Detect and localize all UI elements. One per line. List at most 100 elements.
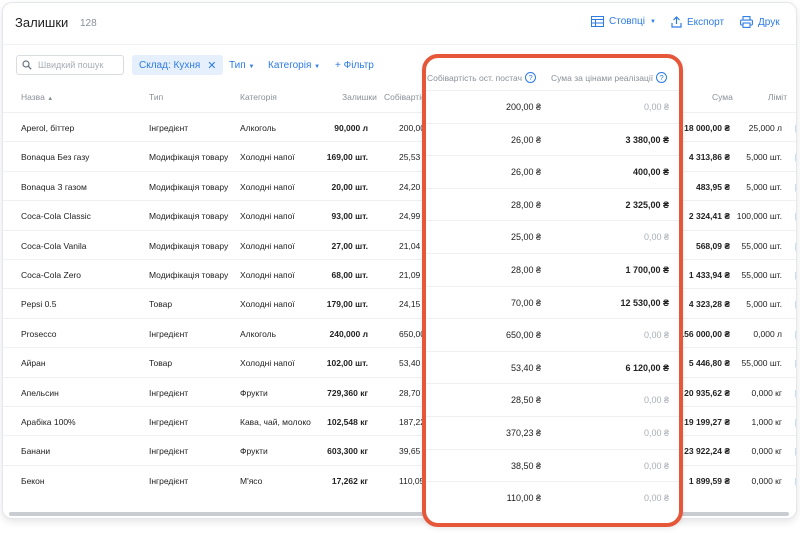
row-action-link[interactable]: | bbox=[795, 241, 796, 251]
column-header-sum[interactable]: Сума bbox=[712, 92, 733, 102]
cell-cost: 24,20 bbox=[399, 181, 421, 192]
row-action-link[interactable]: | bbox=[795, 299, 796, 309]
row-action-link[interactable]: | bbox=[795, 123, 796, 133]
cell-sum: 23 922,24 ₴ bbox=[684, 446, 730, 457]
cell-sum: 20 935,62 ₴ bbox=[684, 387, 730, 398]
row-action-link[interactable]: | bbox=[795, 211, 796, 221]
cell-type: Товар bbox=[149, 358, 173, 369]
highlight-row: 26,00 ₴ 400,00 ₴ bbox=[426, 155, 679, 188]
cell-category: Фрукти bbox=[240, 446, 268, 457]
cell-sale-price-sum: 0,00 ₴ bbox=[643, 493, 669, 504]
row-action-link[interactable]: | bbox=[795, 388, 796, 398]
cell-sum: 1 433,94 ₴ bbox=[688, 270, 730, 280]
cell-type: Товар bbox=[149, 299, 173, 310]
column-header-sale-price-sum[interactable]: Сума за цінами реалізації ? bbox=[551, 72, 668, 83]
category-filter-label: Категорія bbox=[268, 60, 312, 71]
cell-last-supply-cost: 26,00 ₴ bbox=[510, 134, 541, 145]
chevron-down-icon: ▼ bbox=[314, 64, 321, 70]
cell-stock: 729,360 кг bbox=[327, 387, 368, 398]
row-action-link[interactable]: | bbox=[795, 152, 796, 162]
highlight-row: 25,00 ₴ 0,00 ₴ bbox=[426, 220, 679, 253]
chevron-down-icon: ▼ bbox=[248, 64, 255, 70]
cell-stock: 20,00 шт. bbox=[331, 181, 369, 192]
row-action-link[interactable]: | bbox=[795, 270, 796, 280]
cell-name: Bonaqua З газом bbox=[21, 181, 87, 192]
cell-name: Pepsi 0.5 bbox=[21, 299, 57, 310]
close-icon[interactable]: ✕ bbox=[207, 59, 216, 72]
cell-name: Prosecco bbox=[21, 328, 57, 339]
cell-sale-price-sum: 2 325,00 ₴ bbox=[625, 199, 669, 210]
printer-icon bbox=[740, 16, 753, 28]
cell-last-supply-cost: 370,23 ₴ bbox=[505, 428, 541, 438]
cell-sum: 4 323,28 ₴ bbox=[688, 299, 730, 310]
cell-limit: 5,000 шт. bbox=[746, 181, 782, 192]
help-icon[interactable]: ? bbox=[525, 72, 537, 83]
column-header-name[interactable]: Назва ▲ bbox=[21, 92, 53, 102]
column-header-category[interactable]: Категорія bbox=[240, 92, 277, 102]
category-filter-button[interactable]: Категорія ▼ bbox=[268, 60, 320, 71]
warehouse-filter-chip[interactable]: Склад: Кухня ✕ bbox=[132, 55, 224, 75]
cell-sale-price-sum: 0,00 ₴ bbox=[643, 460, 669, 471]
cell-limit: 0,000 л bbox=[753, 328, 782, 339]
print-button[interactable]: Друк bbox=[740, 16, 780, 28]
cell-limit: 55,000 шт. bbox=[741, 270, 783, 280]
cell-sum: 4 313,86 ₴ bbox=[688, 152, 730, 163]
cell-category: Холодні напої bbox=[240, 152, 295, 163]
cell-type: Модифікація товару bbox=[149, 211, 229, 222]
highlight-row: 200,00 ₴ 0,00 ₴ bbox=[426, 90, 679, 123]
cell-stock: 240,000 л bbox=[329, 328, 369, 339]
cell-sale-price-sum: 6 120,00 ₴ bbox=[625, 362, 669, 373]
column-header-type[interactable]: Тип bbox=[149, 92, 163, 102]
cell-name: Айран bbox=[21, 358, 46, 369]
cell-category: Холодні напої bbox=[240, 211, 295, 222]
column-header-stock[interactable]: Залишки bbox=[342, 92, 377, 102]
column-header-limit[interactable]: Ліміт bbox=[768, 92, 787, 102]
table-columns-icon bbox=[591, 16, 604, 27]
cell-limit: 55,000 шт. bbox=[741, 358, 783, 369]
highlight-panel: Собівартість ост. постач ? Сума за цінам… bbox=[422, 54, 683, 527]
highlight-row: 28,00 ₴ 2 325,00 ₴ bbox=[426, 187, 679, 221]
search-icon bbox=[22, 60, 32, 70]
columns-label: Стовпці bbox=[609, 16, 645, 27]
cell-sale-price-sum: 0,00 ₴ bbox=[643, 428, 669, 438]
cell-name: Aperol, біттер bbox=[21, 123, 75, 133]
row-action-link[interactable]: | bbox=[795, 476, 796, 486]
cell-sale-price-sum: 0,00 ₴ bbox=[643, 330, 669, 341]
cell-type: Модифікація товару bbox=[149, 270, 229, 280]
cell-stock: 603,300 кг bbox=[327, 446, 368, 457]
help-icon[interactable]: ? bbox=[656, 72, 668, 83]
cell-sum: 483,95 ₴ bbox=[695, 181, 730, 192]
cell-name: Бекон bbox=[21, 475, 45, 486]
cell-cost: 21,09 bbox=[399, 270, 421, 280]
cell-cost: 21,04 bbox=[399, 240, 421, 251]
cell-stock: 169,00 шт. bbox=[326, 152, 368, 163]
export-button[interactable]: Експорт bbox=[671, 16, 724, 28]
type-filter-button[interactable]: Тип ▼ bbox=[229, 60, 254, 71]
cell-cost: 53,40 bbox=[399, 358, 421, 369]
cell-sum: 18 000,00 ₴ bbox=[684, 123, 730, 133]
columns-button[interactable]: Стовпці ▼ bbox=[591, 16, 656, 27]
row-action-link[interactable]: | bbox=[795, 417, 796, 427]
row-action-link[interactable]: | bbox=[795, 329, 796, 339]
add-filter-button[interactable]: + Фільтр bbox=[335, 60, 374, 71]
cell-name: Bonaqua Без газу bbox=[21, 152, 90, 163]
row-action-link[interactable]: | bbox=[795, 358, 796, 368]
sale-price-sum-label: Сума за цінами реалізації bbox=[551, 72, 654, 83]
row-action-link[interactable]: | bbox=[795, 182, 796, 192]
cell-category: Холодні напої bbox=[240, 299, 295, 310]
cell-category: Фрукти bbox=[240, 387, 268, 398]
cell-sum: 2 324,41 ₴ bbox=[688, 211, 730, 222]
search-input[interactable]: Швидкий пошук bbox=[16, 55, 124, 75]
cell-stock: 102,548 кг bbox=[327, 417, 368, 427]
cell-stock: 17,262 кг bbox=[331, 475, 368, 486]
cell-cost: 39,65 bbox=[399, 446, 421, 457]
column-header-last-supply-cost[interactable]: Собівартість ост. постач ? bbox=[427, 72, 537, 83]
column-header-cost[interactable]: Собівартіс bbox=[384, 92, 425, 102]
row-action-link[interactable]: | bbox=[795, 446, 796, 456]
search-placeholder: Швидкий пошук bbox=[38, 60, 104, 70]
cell-name: Апельсин bbox=[21, 387, 59, 398]
cell-type: Інгредієнт bbox=[149, 417, 189, 427]
cell-category: Алкоголь bbox=[240, 123, 277, 133]
cell-cost: 25,53 bbox=[399, 152, 421, 163]
cell-last-supply-cost: 650,00 ₴ bbox=[505, 330, 541, 341]
